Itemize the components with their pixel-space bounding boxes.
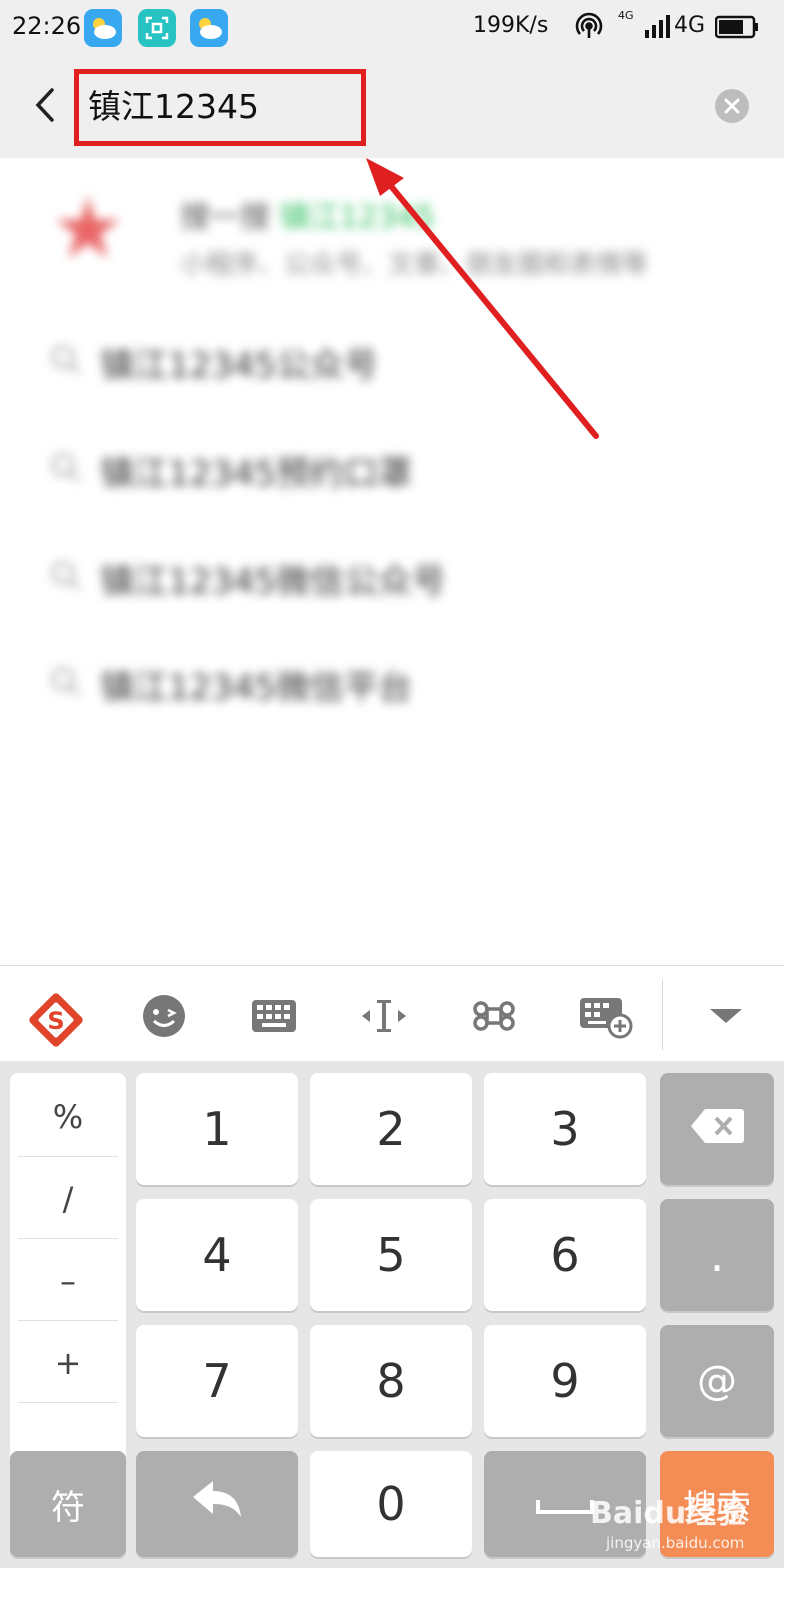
key-1[interactable]: 1 — [136, 1073, 298, 1185]
hotspot-icon — [572, 10, 606, 44]
return-icon — [189, 1477, 245, 1532]
signal-icon — [644, 14, 674, 38]
symbol-column: % / – + — [10, 1073, 126, 1491]
weather-app-icon-2 — [190, 9, 228, 47]
network-type: 4G — [674, 13, 706, 38]
key-2[interactable]: 2 — [310, 1073, 472, 1185]
key-7[interactable]: 7 — [136, 1325, 298, 1437]
list-item[interactable]: 镇江12345微信公众号 — [48, 546, 748, 606]
suggestion-text: 镇江12345预约口罩 — [100, 454, 413, 494]
suggestion-subtitle: 小程序、公众号、文章、朋友圈和表情等 — [180, 250, 649, 280]
collapse-keyboard-icon[interactable] — [700, 990, 752, 1042]
status-bar: 22:26 199K/s 4G 4G — [0, 0, 784, 56]
status-time: 22:26 — [12, 12, 82, 40]
suggestion-title-prefix: 搜一搜 — [180, 200, 270, 235]
keyboard-add-icon[interactable] — [578, 990, 633, 1042]
list-item[interactable]: 镇江12345微信平台 — [48, 652, 748, 712]
search-icon — [48, 558, 84, 594]
command-icon[interactable] — [468, 990, 520, 1042]
symbol-key-percent[interactable]: % — [18, 1077, 118, 1157]
symbols-key[interactable]: 符 — [10, 1451, 126, 1557]
backspace-key[interactable] — [660, 1073, 774, 1185]
annotation-highlight-box — [74, 69, 366, 146]
baidu-watermark-url: jingyan.baidu.com — [606, 1534, 745, 1552]
sogou-logo-icon[interactable]: S — [26, 990, 83, 1047]
backspace-icon — [689, 1102, 745, 1156]
battery-icon — [714, 15, 759, 39]
suggestion-text: 镇江12345公众号 — [100, 346, 379, 386]
symbol-key-minus[interactable]: – — [18, 1241, 118, 1321]
search-suggestions: 搜一搜 镇江12345 小程序、公众号、文章、朋友圈和表情等 镇江12345公众… — [0, 158, 784, 738]
at-key[interactable]: @ — [660, 1325, 774, 1437]
emoji-icon[interactable] — [138, 990, 190, 1042]
key-0[interactable]: 0 — [310, 1451, 472, 1557]
clear-input-icon[interactable] — [714, 88, 750, 124]
list-item[interactable]: 镇江12345预约口罩 — [48, 438, 748, 498]
toolbar-divider — [662, 980, 663, 1050]
search-one-search-logo-icon — [48, 190, 128, 270]
back-icon[interactable] — [26, 80, 62, 130]
suggestion-text: 镇江12345微信公众号 — [100, 562, 447, 602]
scan-app-icon — [138, 9, 176, 47]
key-6[interactable]: 6 — [484, 1199, 646, 1311]
list-item[interactable]: 镇江12345公众号 — [48, 330, 748, 390]
suggestion-text: 镇江12345微信平台 — [100, 668, 413, 708]
search-icon — [48, 450, 84, 486]
symbol-key-slash[interactable]: / — [18, 1159, 118, 1239]
dot-key[interactable]: . — [660, 1199, 774, 1311]
key-5[interactable]: 5 — [310, 1199, 472, 1311]
network-small-label: 4G — [618, 9, 634, 22]
return-key[interactable] — [136, 1451, 298, 1557]
key-9[interactable]: 9 — [484, 1325, 646, 1437]
key-3[interactable]: 3 — [484, 1073, 646, 1185]
key-4[interactable]: 4 — [136, 1199, 298, 1311]
key-8[interactable]: 8 — [310, 1325, 472, 1437]
network-speed: 199K/s — [473, 13, 549, 38]
keyboard-toolbar: S — [0, 965, 784, 1061]
search-icon — [48, 664, 84, 700]
suggestion-title-keyword: 镇江12345 — [279, 200, 435, 235]
cursor-move-icon[interactable] — [358, 990, 410, 1042]
weather-app-icon — [84, 9, 122, 47]
search-icon — [48, 342, 84, 378]
sogou-search-suggestion[interactable]: 搜一搜 镇江12345 小程序、公众号、文章、朋友圈和表情等 — [0, 158, 784, 282]
svg-text:S: S — [47, 1007, 64, 1035]
baidu-watermark: Baidu经验 — [590, 1496, 747, 1531]
symbol-key-plus[interactable]: + — [18, 1323, 118, 1403]
keyboard-layout-icon[interactable] — [248, 990, 300, 1042]
suggestion-title: 搜一搜 镇江12345 — [180, 192, 435, 236]
